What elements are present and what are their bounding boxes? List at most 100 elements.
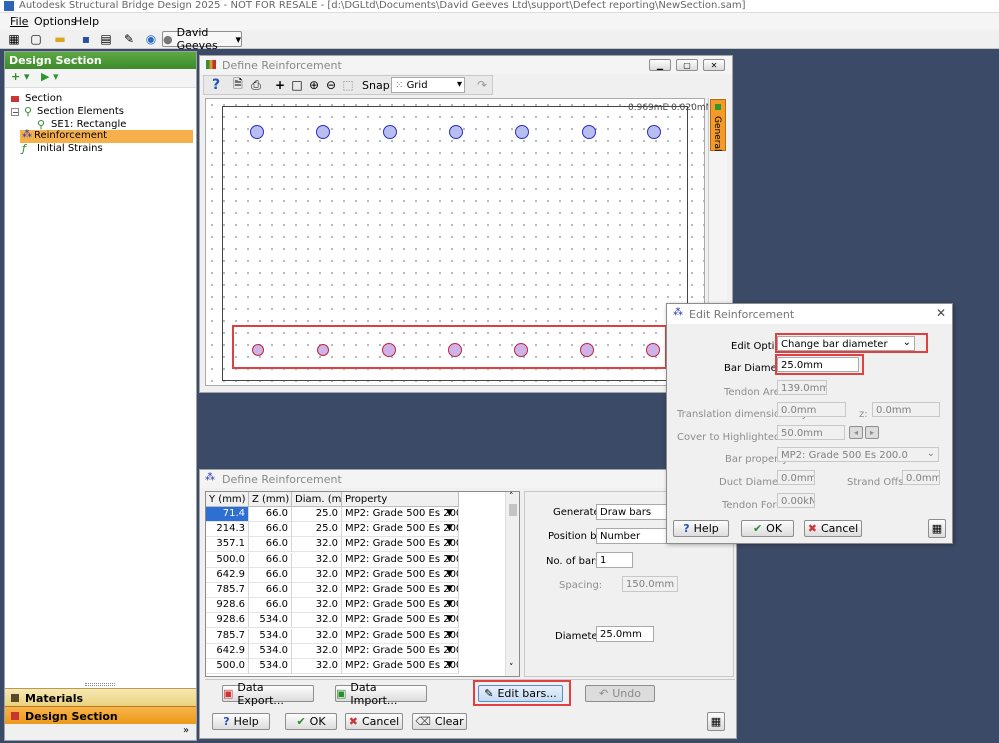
expand-icon[interactable]: » [183, 725, 189, 736]
open-folder-icon[interactable]: ▬ [52, 31, 68, 47]
cell-y[interactable]: 214.3 [206, 522, 249, 538]
redo-icon[interactable]: ↷ [474, 77, 490, 93]
property-dropdown-icon[interactable]: ▼ [446, 584, 453, 594]
cell-z[interactable]: 66.0 [249, 522, 292, 538]
col-header-diam[interactable]: Diam. (mm) [292, 492, 355, 507]
minimize-button[interactable]: ▁ [649, 59, 671, 71]
data-import-button[interactable]: ▣ Data Import... [335, 681, 427, 707]
tendon-force-input[interactable]: 0.00kN [777, 493, 815, 508]
close-icon[interactable]: ✕ [936, 306, 946, 320]
tree-item-section[interactable]: Section [9, 93, 189, 106]
rebar[interactable] [250, 125, 264, 139]
cell-y[interactable]: 357.1 [206, 537, 249, 553]
cell-y[interactable]: 71.4 [206, 507, 249, 522]
help-button[interactable]: ? Help [212, 713, 270, 730]
cell-property[interactable]: MP2: Grade 500 Es 200.0 [342, 643, 459, 659]
cell-diam[interactable]: 25.0 [292, 522, 342, 538]
close-button[interactable]: ✕ [703, 59, 725, 71]
print-preview-icon[interactable]: 🗎 [230, 77, 246, 93]
cell-property[interactable]: MP2: Grade 500 Es 200.0 [342, 552, 459, 568]
property-dropdown-icon[interactable]: ▼ [446, 660, 453, 670]
bar-diameter-input[interactable]: 25.0mm [777, 357, 859, 372]
duct-diameter-input[interactable]: 0.0mm [777, 470, 815, 485]
calculator-icon[interactable]: ▤ [98, 31, 114, 47]
cell-property[interactable]: MP2: Grade 500 Es 200.0 [342, 507, 459, 522]
scroll-down-icon[interactable]: ˅ [509, 663, 514, 673]
rebar[interactable] [582, 125, 596, 139]
collapse-icon[interactable]: − [11, 108, 19, 117]
strand-offset-input[interactable]: 0.0mm [902, 470, 940, 485]
cell-property[interactable]: MP2: Grade 500 Es 200.0 [342, 537, 459, 553]
help-circle-icon[interactable]: ◉ [143, 31, 159, 47]
dialog-help-button[interactable]: ? Help [673, 520, 729, 537]
cell-y[interactable]: 642.9 [206, 643, 249, 659]
nbars-input[interactable]: 1 [596, 552, 633, 568]
zoom-extents-icon[interactable]: ⬚ [340, 77, 356, 93]
cell-diam[interactable]: 32.0 [292, 552, 342, 568]
undo-button[interactable]: ↶ Undo [585, 685, 655, 702]
cover-input[interactable]: 50.0mm [777, 425, 845, 440]
translation-z-input[interactable]: 0.0mm [872, 402, 940, 417]
tendon-area-input[interactable]: 139.0mm² [777, 380, 827, 395]
calculator-button[interactable]: ▦ [707, 712, 725, 731]
nav-materials[interactable]: Materials [5, 688, 196, 706]
property-dropdown-icon[interactable]: ▼ [446, 554, 453, 564]
rebar[interactable] [647, 125, 661, 139]
generate-select[interactable]: Draw bars [596, 504, 676, 520]
cell-diam[interactable]: 32.0 [292, 628, 342, 644]
table-scrollbar[interactable]: ˄ ˅ [505, 492, 519, 676]
cell-y[interactable]: 500.0 [206, 659, 249, 674]
ok-button[interactable]: ✔ OK [285, 713, 337, 730]
diameter-input[interactable]: 25.0mm [596, 626, 654, 642]
cell-y[interactable]: 500.0 [206, 552, 249, 568]
property-dropdown-icon[interactable]: ▼ [446, 630, 453, 640]
cell-diam[interactable]: 32.0 [292, 537, 342, 553]
menu-file[interactable]: File [10, 15, 28, 28]
save-icon[interactable]: ▪ [78, 31, 94, 47]
zoom-out-icon[interactable]: ⊖ [323, 77, 339, 93]
property-dropdown-icon[interactable]: ▼ [446, 645, 453, 655]
translation-y-input[interactable]: 0.0mm [777, 402, 846, 417]
property-dropdown-icon[interactable]: ▼ [446, 599, 453, 609]
cell-z[interactable]: 66.0 [249, 552, 292, 568]
cell-z[interactable]: 534.0 [249, 659, 292, 674]
cell-property[interactable]: MP2: Grade 500 Es 200.0 [342, 598, 459, 614]
rectangle-select-icon[interactable]: □ [289, 77, 305, 93]
cover-next-button[interactable]: ▸ [865, 426, 879, 439]
cell-y[interactable]: 785.7 [206, 583, 249, 598]
cell-diam[interactable]: 25.0 [292, 507, 342, 522]
position-select[interactable]: Number [596, 528, 676, 544]
tree-item-initial-strains[interactable]: ƒ Initial Strains [9, 142, 189, 156]
dialog-calculator-button[interactable]: ▦ [928, 519, 946, 538]
dialog-ok-button[interactable]: ✔ OK [741, 520, 794, 537]
edit-bars-button[interactable]: ✎ Edit bars... [478, 685, 563, 702]
zoom-in-icon[interactable]: ⊕ [306, 77, 322, 93]
col-header-z[interactable]: Z (mm) [249, 492, 292, 507]
data-export-button[interactable]: ▣ Data Export... [222, 681, 314, 707]
cell-y[interactable]: 642.9 [206, 567, 249, 583]
cell-z[interactable]: 534.0 [249, 628, 292, 644]
cell-diam[interactable]: 32.0 [292, 613, 342, 629]
cover-prev-button[interactable]: ◂ [849, 426, 863, 439]
rebar[interactable] [449, 125, 463, 139]
cell-diam[interactable]: 32.0 [292, 583, 342, 598]
cell-z[interactable]: 534.0 [249, 613, 292, 629]
col-header-y[interactable]: Y (mm) [206, 492, 249, 507]
rebar[interactable] [383, 125, 397, 139]
property-dropdown-icon[interactable]: ▼ [446, 569, 453, 579]
tree-item-reinforcement[interactable]: ⁂ Reinforcement [20, 129, 193, 143]
cell-y[interactable]: 928.6 [206, 598, 249, 614]
cell-property[interactable]: MP2: Grade 500 Es 200.0 [342, 522, 459, 538]
cell-diam[interactable]: 32.0 [292, 643, 342, 659]
snap-select[interactable]: ⁙ Grid ▾ [391, 77, 465, 93]
help-icon[interactable]: ? [208, 77, 224, 93]
tree-item-section-elements[interactable]: − ⚲ Section Elements [9, 105, 189, 119]
cell-z[interactable]: 66.0 [249, 537, 292, 553]
bar-property-select[interactable]: MP2: Grade 500 Es 200.0 ⌄ [777, 447, 939, 462]
layout-icon[interactable]: ▦ [6, 31, 22, 47]
cell-diam[interactable]: 32.0 [292, 659, 342, 674]
cell-property[interactable]: MP2: Grade 500 Es 200.0 [342, 659, 459, 674]
col-header-property[interactable]: Property [342, 492, 459, 507]
cell-diam[interactable]: 32.0 [292, 567, 342, 583]
general-tab[interactable]: General [710, 99, 726, 151]
